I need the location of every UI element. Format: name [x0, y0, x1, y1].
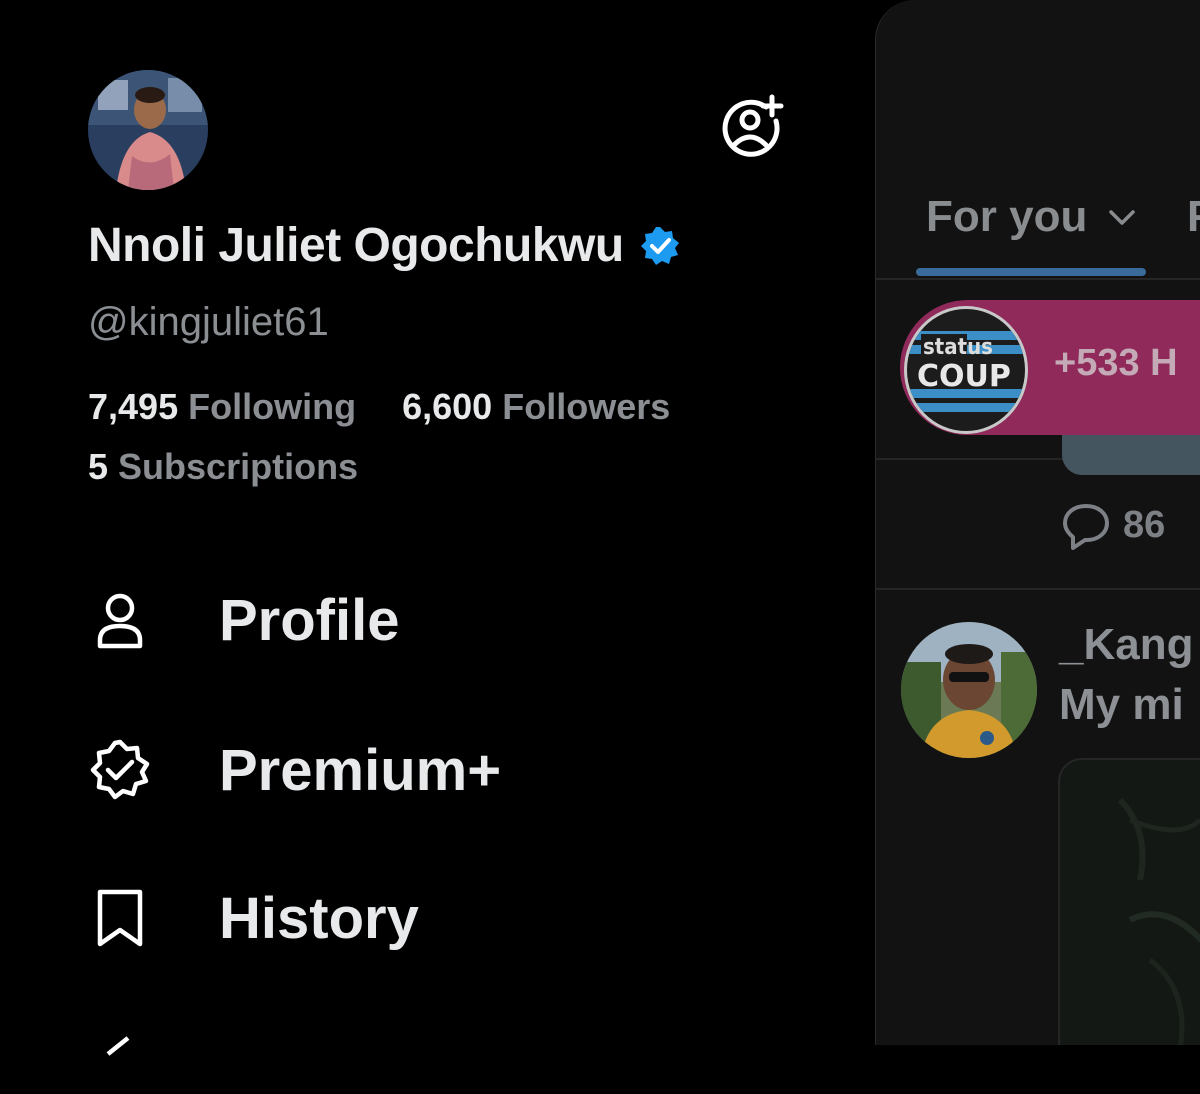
home-feed: For you F status COUP +533 H 86: [875, 0, 1200, 1045]
active-tab-indicator: [916, 268, 1146, 276]
subscriptions-label: Subscriptions: [118, 446, 359, 487]
profile-handle: @kingjuliet61: [88, 300, 329, 344]
profile-stats: 7,495 Following 6,600 Followers 5 Subscr…: [88, 386, 670, 487]
tab-divider: [876, 278, 1200, 280]
followers-stat[interactable]: 6,600 Followers: [402, 386, 670, 427]
verified-badge-icon: [640, 226, 679, 265]
status-coup-logo: status COUP: [904, 306, 1028, 434]
person-icon: [97, 593, 143, 649]
verified-badge-outline-icon: [90, 739, 150, 800]
post-divider: [876, 588, 1200, 590]
add-account-icon[interactable]: [720, 93, 786, 159]
profile-name: Nnoli Juliet Ogochukwu: [88, 219, 624, 272]
tab-for-you[interactable]: For you: [926, 192, 1139, 242]
post-author-name[interactable]: _Kang: [1059, 620, 1193, 670]
profile-name-row: Nnoli Juliet Ogochukwu: [88, 218, 680, 273]
menu-label-profile: Profile: [219, 587, 400, 653]
tab-following[interactable]: F: [1187, 192, 1200, 242]
profile-avatar[interactable]: [88, 70, 208, 190]
following-stat[interactable]: 7,495 Following: [88, 386, 366, 427]
following-count: 7,495: [88, 386, 179, 427]
bookmark-icon: [97, 889, 143, 947]
side-drawer: Nnoli Juliet Ogochukwu @kingjuliet61 7,4…: [0, 0, 875, 1056]
subscriptions-count: 5: [88, 446, 109, 487]
logo-text-bottom: COUP: [917, 359, 1011, 394]
reply-icon: [1063, 504, 1109, 550]
post-image[interactable]: [1058, 758, 1200, 1045]
following-label: Following: [188, 386, 357, 427]
post-author-avatar[interactable]: [901, 622, 1037, 758]
menu-label-premium-plus: Premium+: [219, 737, 502, 803]
followers-count: 6,600: [402, 386, 493, 427]
menu-item-history[interactable]: History: [88, 886, 419, 951]
logo-text-top: status: [923, 335, 993, 360]
menu-label-history: History: [219, 885, 419, 951]
followers-label: Followers: [502, 386, 671, 427]
menu-item-premium-plus[interactable]: Premium+: [88, 738, 501, 803]
post-media-thumbnail[interactable]: [1062, 430, 1200, 475]
tab-for-you-label: For you: [926, 192, 1088, 241]
megaphone-icon: [106, 1036, 130, 1056]
menu-item-profile[interactable]: Profile: [88, 588, 400, 653]
menu-item-partial[interactable]: [88, 1030, 152, 1094]
promo-text: +533 H: [1054, 342, 1178, 384]
reply-button[interactable]: 86: [1061, 500, 1165, 550]
reply-count: 86: [1123, 503, 1166, 546]
post-text: My mi: [1059, 680, 1184, 729]
chevron-down-icon: [1109, 210, 1136, 225]
subscriptions-stat[interactable]: 5 Subscriptions: [88, 446, 358, 488]
